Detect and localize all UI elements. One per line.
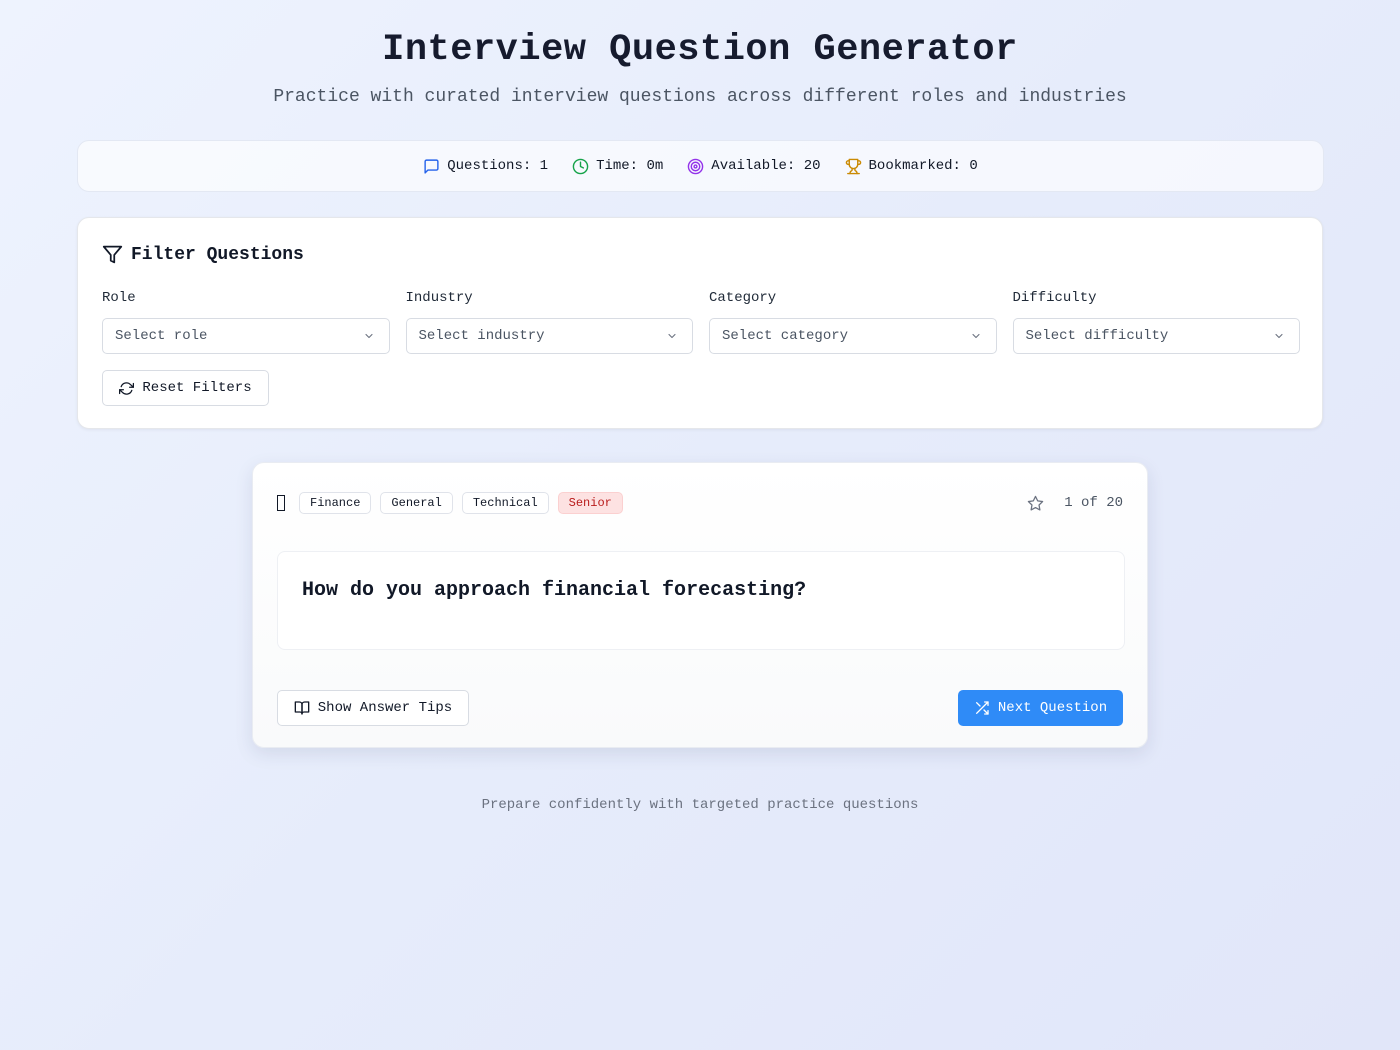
category-icon [277, 495, 285, 511]
question-meta: 1 of 20 [1027, 495, 1123, 512]
footer-text: Prepare confidently with targeted practi… [481, 797, 919, 813]
clock-icon [572, 158, 589, 174]
industry-select-placeholder: Select industry [418, 328, 545, 344]
chevron-down-icon [668, 333, 676, 339]
category-select-placeholder: Select category [722, 328, 849, 344]
question-counter: 1 of 20 [1064, 495, 1123, 511]
page-header: Interview Question Generator Practice wi… [0, 0, 1400, 108]
page-title: Interview Question Generator [382, 29, 1018, 71]
tag-role: General [380, 492, 453, 514]
page-subtitle: Practice with curated interview question… [273, 87, 1127, 107]
question-text: How do you approach financial forecastin… [302, 579, 807, 602]
filter-difficulty-label: Difficulty [1012, 290, 1097, 306]
question-box: How do you approach financial forecastin… [277, 551, 1125, 650]
stat-time: Time: 0m [572, 158, 663, 175]
star-icon[interactable] [1027, 495, 1044, 512]
filter-category-label: Category [709, 290, 777, 306]
filter-icon [102, 245, 123, 264]
filter-role: Role Select role [102, 288, 390, 354]
refresh-icon [119, 381, 135, 395]
stat-time-text: Time: 0m [596, 158, 664, 174]
industry-select[interactable]: Select industry [405, 318, 693, 354]
show-answer-tips-label: Show Answer Tips [317, 700, 453, 716]
question-card-header: Finance General Technical Senior 1 of 20 [277, 491, 1123, 515]
stat-questions-text: Questions: 1 [447, 158, 549, 174]
chevron-down-icon [364, 333, 373, 339]
filter-heading: Filter Questions [102, 244, 304, 265]
message-icon [424, 158, 439, 174]
filter-panel: Filter Questions Role Select role Indust… [77, 217, 1323, 429]
filter-industry-label: Industry [405, 290, 473, 306]
filter-fields: Role Select role Industry Select industr… [102, 288, 1300, 354]
filter-difficulty: Difficulty Select difficulty [1012, 288, 1300, 354]
difficulty-select[interactable]: Select difficulty [1012, 318, 1300, 354]
role-select[interactable]: Select role [102, 318, 390, 354]
category-select[interactable]: Select category [709, 318, 997, 354]
tag-difficulty: Senior [557, 492, 623, 514]
reset-filters-label: Reset Filters [142, 380, 252, 396]
tag-industry: Finance [299, 492, 372, 514]
stat-available-text: Available: 20 [711, 158, 821, 174]
next-question-label: Next Question [997, 700, 1108, 716]
shuffle-icon [975, 701, 989, 715]
chevron-down-icon [1275, 333, 1283, 339]
role-select-placeholder: Select role [115, 328, 208, 344]
filter-title: Filter Questions [131, 244, 304, 265]
next-question-button[interactable]: Next Question [958, 690, 1123, 726]
trophy-icon [845, 158, 861, 174]
show-answer-tips-button[interactable]: Show Answer Tips [277, 690, 469, 726]
filter-role-label: Role [102, 290, 136, 306]
stats-bar: Questions: 1 Time: 0m Available: 20 Book… [77, 140, 1324, 192]
stat-available: Available: 20 [687, 158, 821, 175]
question-card: Finance General Technical Senior 1 of 20… [252, 462, 1148, 748]
chevron-down-icon [971, 333, 980, 339]
filter-industry: Industry Select industry [405, 288, 693, 354]
target-icon [688, 158, 704, 174]
stat-questions: Questions: 1 [423, 158, 548, 175]
stat-bookmarked: Bookmarked: 0 [845, 158, 978, 175]
book-open-icon [294, 701, 310, 715]
tag-category: Technical [461, 492, 549, 514]
question-tags: Finance General Technical Senior [277, 492, 623, 514]
stat-bookmarked-text: Bookmarked: 0 [868, 158, 978, 174]
reset-filters-button[interactable]: Reset Filters [102, 370, 269, 406]
filter-category: Category Select category [709, 288, 997, 354]
difficulty-select-placeholder: Select difficulty [1025, 328, 1169, 344]
